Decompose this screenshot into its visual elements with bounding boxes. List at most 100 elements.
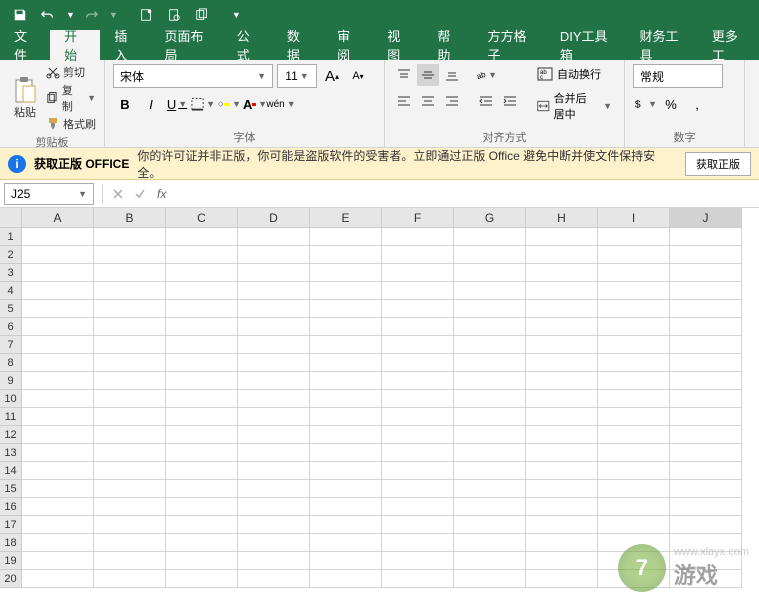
cell-B11[interactable] bbox=[94, 408, 166, 426]
cell-E17[interactable] bbox=[310, 516, 382, 534]
cell-B3[interactable] bbox=[94, 264, 166, 282]
cell-A18[interactable] bbox=[22, 534, 94, 552]
cell-A15[interactable] bbox=[22, 480, 94, 498]
cut-button[interactable]: 剪切 bbox=[46, 64, 96, 80]
cell-D7[interactable] bbox=[238, 336, 310, 354]
undo-dropdown[interactable]: ▼ bbox=[66, 10, 75, 20]
cell-F18[interactable] bbox=[382, 534, 454, 552]
cell-B7[interactable] bbox=[94, 336, 166, 354]
column-header-I[interactable]: I bbox=[598, 208, 670, 228]
cell-D13[interactable] bbox=[238, 444, 310, 462]
cell-D19[interactable] bbox=[238, 552, 310, 570]
cell-F3[interactable] bbox=[382, 264, 454, 282]
tab-diy[interactable]: DIY工具箱 bbox=[546, 30, 626, 60]
cell-D20[interactable] bbox=[238, 570, 310, 588]
cell-H13[interactable] bbox=[526, 444, 598, 462]
cell-A8[interactable] bbox=[22, 354, 94, 372]
font-size-select[interactable]: 11▼ bbox=[277, 64, 317, 88]
cell-D6[interactable] bbox=[238, 318, 310, 336]
cell-D8[interactable] bbox=[238, 354, 310, 372]
cell-F16[interactable] bbox=[382, 498, 454, 516]
cell-A10[interactable] bbox=[22, 390, 94, 408]
confirm-formula-button[interactable] bbox=[129, 183, 151, 205]
cell-C6[interactable] bbox=[166, 318, 238, 336]
cell-C20[interactable] bbox=[166, 570, 238, 588]
cell-A14[interactable] bbox=[22, 462, 94, 480]
cell-B20[interactable] bbox=[94, 570, 166, 588]
cell-H9[interactable] bbox=[526, 372, 598, 390]
cell-D10[interactable] bbox=[238, 390, 310, 408]
row-header-17[interactable]: 17 bbox=[0, 516, 22, 534]
cell-C14[interactable] bbox=[166, 462, 238, 480]
cell-C13[interactable] bbox=[166, 444, 238, 462]
align-right-button[interactable] bbox=[441, 90, 463, 112]
fx-label[interactable]: fx bbox=[151, 187, 172, 201]
cell-D15[interactable] bbox=[238, 480, 310, 498]
cell-D12[interactable] bbox=[238, 426, 310, 444]
row-header-8[interactable]: 8 bbox=[0, 354, 22, 372]
cell-H18[interactable] bbox=[526, 534, 598, 552]
copy-button[interactable]: 复制▼ bbox=[46, 82, 96, 114]
merge-center-button[interactable]: 合并后居中▼ bbox=[533, 88, 616, 124]
cell-B2[interactable] bbox=[94, 246, 166, 264]
cell-D5[interactable] bbox=[238, 300, 310, 318]
cell-B10[interactable] bbox=[94, 390, 166, 408]
cell-D4[interactable] bbox=[238, 282, 310, 300]
row-header-12[interactable]: 12 bbox=[0, 426, 22, 444]
tab-data[interactable]: 数据 bbox=[273, 30, 323, 60]
row-header-7[interactable]: 7 bbox=[0, 336, 22, 354]
cell-B12[interactable] bbox=[94, 426, 166, 444]
cell-E2[interactable] bbox=[310, 246, 382, 264]
cell-F13[interactable] bbox=[382, 444, 454, 462]
row-header-19[interactable]: 19 bbox=[0, 552, 22, 570]
cell-I10[interactable] bbox=[598, 390, 670, 408]
cell-J8[interactable] bbox=[670, 354, 742, 372]
cell-J12[interactable] bbox=[670, 426, 742, 444]
cell-F1[interactable] bbox=[382, 228, 454, 246]
tab-fangfang[interactable]: 方方格子 bbox=[474, 30, 546, 60]
cell-B8[interactable] bbox=[94, 354, 166, 372]
cell-I13[interactable] bbox=[598, 444, 670, 462]
cell-D17[interactable] bbox=[238, 516, 310, 534]
cell-D16[interactable] bbox=[238, 498, 310, 516]
cell-J13[interactable] bbox=[670, 444, 742, 462]
cell-E4[interactable] bbox=[310, 282, 382, 300]
cell-J17[interactable] bbox=[670, 516, 742, 534]
column-header-H[interactable]: H bbox=[526, 208, 598, 228]
cell-C16[interactable] bbox=[166, 498, 238, 516]
cell-E20[interactable] bbox=[310, 570, 382, 588]
cell-E16[interactable] bbox=[310, 498, 382, 516]
cell-I14[interactable] bbox=[598, 462, 670, 480]
cell-H12[interactable] bbox=[526, 426, 598, 444]
cell-F7[interactable] bbox=[382, 336, 454, 354]
cell-C8[interactable] bbox=[166, 354, 238, 372]
cell-E11[interactable] bbox=[310, 408, 382, 426]
spreadsheet-grid[interactable]: ABCDEFGHIJ 12345678910111213141516171819… bbox=[0, 208, 759, 602]
cell-D3[interactable] bbox=[238, 264, 310, 282]
cell-E9[interactable] bbox=[310, 372, 382, 390]
column-header-E[interactable]: E bbox=[310, 208, 382, 228]
cell-H16[interactable] bbox=[526, 498, 598, 516]
cell-J6[interactable] bbox=[670, 318, 742, 336]
cell-B16[interactable] bbox=[94, 498, 166, 516]
cell-B1[interactable] bbox=[94, 228, 166, 246]
cell-E10[interactable] bbox=[310, 390, 382, 408]
cell-C3[interactable] bbox=[166, 264, 238, 282]
tab-insert[interactable]: 插入 bbox=[100, 30, 150, 60]
cell-H3[interactable] bbox=[526, 264, 598, 282]
cell-I3[interactable] bbox=[598, 264, 670, 282]
cell-F19[interactable] bbox=[382, 552, 454, 570]
cell-I12[interactable] bbox=[598, 426, 670, 444]
cell-B19[interactable] bbox=[94, 552, 166, 570]
cell-C5[interactable] bbox=[166, 300, 238, 318]
cell-E12[interactable] bbox=[310, 426, 382, 444]
qat-button-2[interactable] bbox=[162, 3, 186, 27]
row-header-11[interactable]: 11 bbox=[0, 408, 22, 426]
cell-D9[interactable] bbox=[238, 372, 310, 390]
underline-button[interactable]: U▼ bbox=[165, 92, 189, 116]
cell-G16[interactable] bbox=[454, 498, 526, 516]
cell-I8[interactable] bbox=[598, 354, 670, 372]
cell-C12[interactable] bbox=[166, 426, 238, 444]
cell-J9[interactable] bbox=[670, 372, 742, 390]
cell-G3[interactable] bbox=[454, 264, 526, 282]
